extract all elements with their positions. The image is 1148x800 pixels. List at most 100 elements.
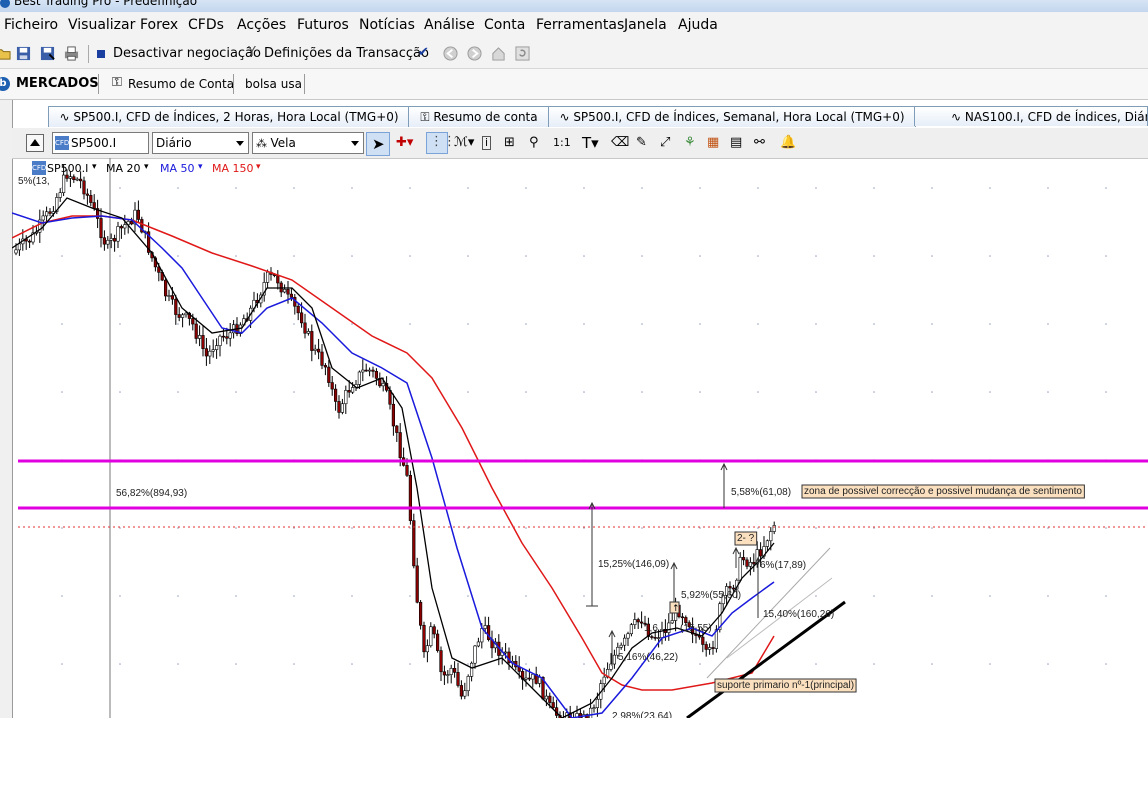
separator: [304, 74, 305, 94]
menu-futuros[interactable]: Futuros: [297, 17, 349, 33]
tab-sp500-weekly[interactable]: ∿ SP500.I, CFD de Índices, Semanal, Hora…: [548, 106, 916, 127]
tab-label: SP500.I, CFD de Índices, 2 Horas, Hora L…: [73, 110, 399, 124]
alert-bell-icon[interactable]: 🔔: [780, 135, 796, 151]
grid-toggle-button[interactable]: ⋮⋮: [426, 132, 456, 154]
tab-sp500-2h[interactable]: ∿ SP500.I, CFD de Índices, 2 Horas, Hora…: [48, 106, 410, 127]
candle-body: [704, 644, 708, 650]
chevron-down-icon: [236, 141, 244, 146]
grid-dot: [699, 391, 701, 393]
legend-ma20[interactable]: MA 20: [106, 162, 141, 175]
candle-body: [745, 559, 749, 567]
orders-icon[interactable]: ▦: [707, 135, 719, 151]
grid-dot: [525, 391, 527, 393]
grid-dot: [119, 391, 121, 393]
menu-ficheiro[interactable]: Ficheiro: [4, 17, 58, 33]
trades-icon[interactable]: ⚘: [684, 135, 696, 151]
candle-body: [731, 587, 735, 590]
legend-symbol-dropdown[interactable]: ▾: [92, 162, 97, 172]
legend-ma50[interactable]: MA 50: [160, 162, 195, 175]
price-chart[interactable]: 5%(13, 56,82%(894,93) 5,58%(61,08) zona de …: [12, 158, 1148, 718]
link-icon[interactable]: ⚯: [754, 135, 765, 151]
candle-body: [184, 312, 188, 316]
indicators-icon[interactable]: ℳ▾: [454, 135, 474, 151]
menu-forex[interactable]: Forex: [140, 17, 178, 33]
home-icon[interactable]: [491, 46, 506, 61]
back-icon[interactable]: [443, 46, 458, 61]
grid-dot: [989, 391, 991, 393]
ma150-dropdown[interactable]: ▾: [256, 162, 261, 172]
one-to-one-icon[interactable]: 1:1: [553, 135, 571, 151]
tab-nas100-daily[interactable]: ∿ NAS100.I, CFD de Índices, Diário, H: [914, 106, 1148, 126]
candle-body: [480, 628, 484, 643]
menu-ajuda[interactable]: Ajuda: [678, 17, 718, 33]
candle-body: [748, 562, 752, 567]
grid-dot: [641, 187, 643, 189]
calendar-icon[interactable]: ▤: [730, 135, 742, 151]
legend-ma150[interactable]: MA 150: [212, 162, 254, 175]
chart-type-select[interactable]: ⁂ Vela: [252, 132, 364, 154]
crosshair-icon[interactable]: ✚▾: [396, 135, 413, 151]
candle-body: [58, 192, 62, 198]
menu-conta[interactable]: Conta: [484, 17, 525, 33]
open-folder-icon[interactable]: [0, 46, 11, 61]
grid-dot: [177, 391, 179, 393]
annotation-fib-5682: 56,82%(894,93): [116, 488, 187, 499]
zoom-icon[interactable]: ⚲: [529, 135, 539, 151]
separator: [98, 74, 99, 94]
forward-icon[interactable]: [467, 46, 482, 61]
chart-canvas[interactable]: 5%(13, 56,82%(894,93) 5,58%(61,08) zona de …: [12, 158, 1148, 718]
transaction-settings-button[interactable]: Definições da Transacção: [264, 46, 429, 61]
ma20-dropdown[interactable]: ▾: [144, 162, 149, 172]
chart-tabs: ∿ SP500.I, CFD de Índices, 2 Horas, Hora…: [12, 106, 1148, 128]
period-select[interactable]: Diário: [152, 132, 249, 154]
grid-dot: [873, 663, 875, 665]
markets-button[interactable]: MERCADOS: [16, 76, 99, 91]
pointer-tool-button[interactable]: ➤: [366, 132, 390, 156]
chart-tab-icon: ∿: [951, 110, 965, 124]
grid-dot: [583, 323, 585, 325]
info-icon[interactable]: i: [482, 136, 492, 150]
grid-dot: [583, 187, 585, 189]
menu-bar: Ficheiro Visualizar Forex CFDs Acções Fu…: [0, 12, 1148, 40]
candle-body: [531, 673, 535, 680]
draw-icon[interactable]: ✎: [636, 135, 647, 151]
menu-ferramentas[interactable]: Ferramentas: [536, 17, 624, 33]
grid-dot: [641, 595, 643, 597]
candle-body: [306, 331, 311, 334]
candle-body: [680, 616, 684, 619]
save-icon[interactable]: [16, 46, 31, 61]
symbol-input[interactable]: CFD SP500.I: [52, 132, 149, 154]
grid-dot: [467, 323, 469, 325]
candle-body: [136, 209, 140, 220]
grid-dot: [351, 663, 353, 665]
grid-dot: [293, 255, 295, 257]
save-as-icon[interactable]: [40, 46, 55, 61]
collapse-button[interactable]: [26, 134, 44, 152]
template-icon[interactable]: ⊞: [504, 135, 515, 151]
print-icon[interactable]: [64, 46, 79, 61]
account-summary-button[interactable]: Resumo de Conta: [128, 77, 234, 91]
menu-cfds[interactable]: CFDs: [188, 17, 224, 33]
workspace-tab-bolsa-usa[interactable]: bolsa usa: [245, 77, 302, 91]
menu-visualizar[interactable]: Visualizar: [68, 17, 135, 33]
menu-accoes[interactable]: Acções: [237, 17, 286, 33]
menu-janela[interactable]: Janela: [624, 17, 667, 33]
ma50-dropdown[interactable]: ▾: [198, 162, 203, 172]
text-tool-icon[interactable]: T▾: [582, 135, 599, 151]
candle-body: [769, 531, 773, 542]
candle-body: [221, 335, 226, 338]
grid-dot: [409, 323, 411, 325]
checkmark-icon[interactable]: ✔: [418, 45, 429, 60]
menu-noticias[interactable]: Notícias: [359, 17, 415, 33]
refresh-icon[interactable]: [515, 46, 530, 61]
menu-analise[interactable]: Análise: [424, 17, 475, 33]
trendline-icon[interactable]: ⤢: [660, 135, 670, 151]
period-value: Diário: [156, 136, 192, 150]
tab-account-summary[interactable]: ⚿ Resumo de conta: [408, 106, 550, 127]
grid-dot: [525, 663, 527, 665]
disable-trading-button[interactable]: Desactivar negociação: [113, 46, 261, 61]
grid-dot: [931, 255, 933, 257]
candle-body: [303, 322, 307, 334]
eraser-icon[interactable]: ⌫: [611, 135, 629, 151]
grid-dot: [235, 391, 237, 393]
